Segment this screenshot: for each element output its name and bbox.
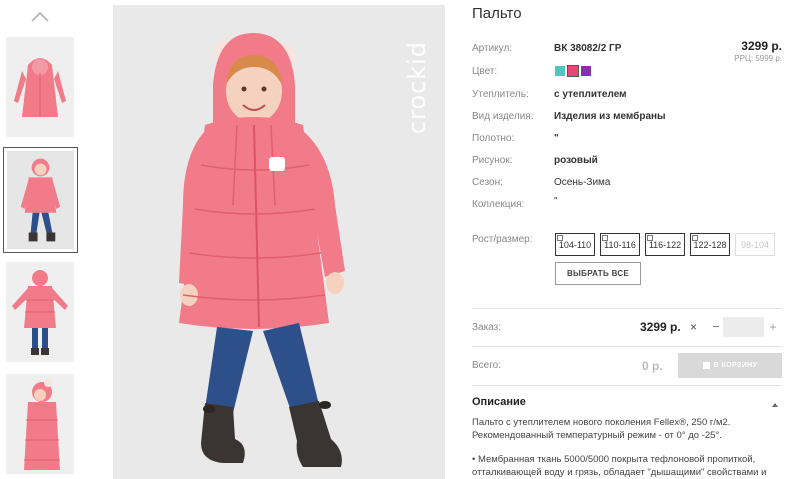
thumbnails-up-arrow-icon[interactable] <box>30 10 50 24</box>
recommended-retail-price: РРЦ: 5999 р. <box>734 54 782 63</box>
size-label: Рост/размер: <box>472 234 533 245</box>
description-line-3: • Мембранная ткань 5000/5000 покрыта теф… <box>472 454 756 465</box>
add-to-cart-label: В КОРЗИНУ <box>713 362 758 369</box>
size-options: 104-110 110-116 116-122 122-128 98-104 <box>555 233 775 256</box>
attr-value-collection: " <box>554 196 558 207</box>
quantity-decrease-button[interactable]: − <box>710 317 722 337</box>
attr-label-article: Артикул: <box>472 43 513 54</box>
description-line-2: Рекомендованный температурный режим - от… <box>472 430 722 441</box>
size-checkbox-icon <box>557 235 563 241</box>
child-in-pink-coat-illustration <box>113 5 445 479</box>
thumbnail-child-back <box>6 262 74 362</box>
size-option-110-116[interactable]: 110-116 <box>600 233 640 256</box>
description-line-1: Пальто с утеплителем нового поколения Fe… <box>472 417 731 428</box>
thumbnail-child-front <box>7 151 74 249</box>
thumbnail-2-active[interactable] <box>3 147 78 253</box>
order-price: 3299 р. <box>640 320 681 334</box>
add-to-cart-button[interactable]: В КОРЗИНУ <box>678 353 782 378</box>
attr-value-pattern: розовый <box>554 155 598 166</box>
order-label: Заказ: <box>472 322 502 333</box>
thumbnail-4[interactable] <box>6 374 74 474</box>
attr-label-color: Цвет: <box>472 66 498 77</box>
attr-label-fabric: Полотно: <box>472 133 515 144</box>
quantity-increase-button[interactable]: + <box>766 317 780 337</box>
attr-value-fabric: " <box>554 133 559 144</box>
quantity-input[interactable] <box>723 317 764 337</box>
thumbnail-child-side <box>6 374 74 474</box>
size-option-label: 110-116 <box>604 239 636 250</box>
remove-order-icon[interactable]: × <box>690 320 697 334</box>
attr-value-article: ВК 38082/2 ГР <box>554 43 622 54</box>
thumbnail-1[interactable] <box>6 37 74 137</box>
size-option-label: 104-110 <box>558 239 592 250</box>
color-swatch-teal[interactable] <box>555 66 565 76</box>
attr-label-pattern: Рисунок: <box>472 155 513 166</box>
attr-value-product-type: Изделия из мембраны <box>554 111 666 122</box>
size-checkbox-icon <box>602 235 608 241</box>
description-line-4: отталкивающей воду и грязь, обладает "ды… <box>472 467 767 478</box>
size-option-98-104: 98-104 <box>735 233 775 256</box>
thumbnail-3[interactable] <box>6 262 74 362</box>
attr-value-season: Осень-Зима <box>554 177 611 188</box>
thumbnail-front-hood-up <box>6 37 74 137</box>
divider <box>472 385 782 386</box>
color-swatch-purple[interactable] <box>581 66 591 76</box>
attr-label-product-type: Вид изделия: <box>472 111 534 122</box>
product-info-panel: Пальто 3299 р. РРЦ: 5999 р. Артикул: ВК … <box>472 0 784 479</box>
size-option-label: 116-122 <box>648 239 682 250</box>
divider <box>472 308 782 309</box>
attr-label-insulation: Утеплитель: <box>472 89 529 100</box>
total-value: 0 р. <box>642 359 663 373</box>
main-product-photo[interactable]: crockid <box>113 5 445 479</box>
product-price: 3299 р. <box>741 39 782 53</box>
brand-watermark: crockid <box>403 41 431 135</box>
size-option-122-128[interactable]: 122-128 <box>690 233 730 256</box>
size-option-104-110[interactable]: 104-110 <box>555 233 595 256</box>
color-swatch-pink[interactable] <box>567 65 579 77</box>
product-title: Пальто <box>472 5 522 22</box>
total-label: Всего: <box>472 360 501 371</box>
size-checkbox-icon <box>692 235 698 241</box>
size-option-116-122[interactable]: 116-122 <box>645 233 685 256</box>
size-option-label: 122-128 <box>693 239 727 250</box>
attr-label-collection: Коллекция: <box>472 199 525 210</box>
cart-icon <box>702 362 710 369</box>
collapse-caret-icon[interactable] <box>770 397 780 407</box>
size-checkbox-icon <box>647 235 653 241</box>
description-heading: Описание <box>472 396 526 408</box>
size-option-label: 98-104 <box>740 239 770 250</box>
attr-label-season: Сезон: <box>472 177 503 188</box>
attr-value-insulation: с утеплителем <box>554 89 627 100</box>
color-swatches <box>555 65 591 77</box>
divider <box>472 346 782 347</box>
select-all-sizes-button[interactable]: ВЫБРАТЬ ВСЕ <box>555 262 641 285</box>
